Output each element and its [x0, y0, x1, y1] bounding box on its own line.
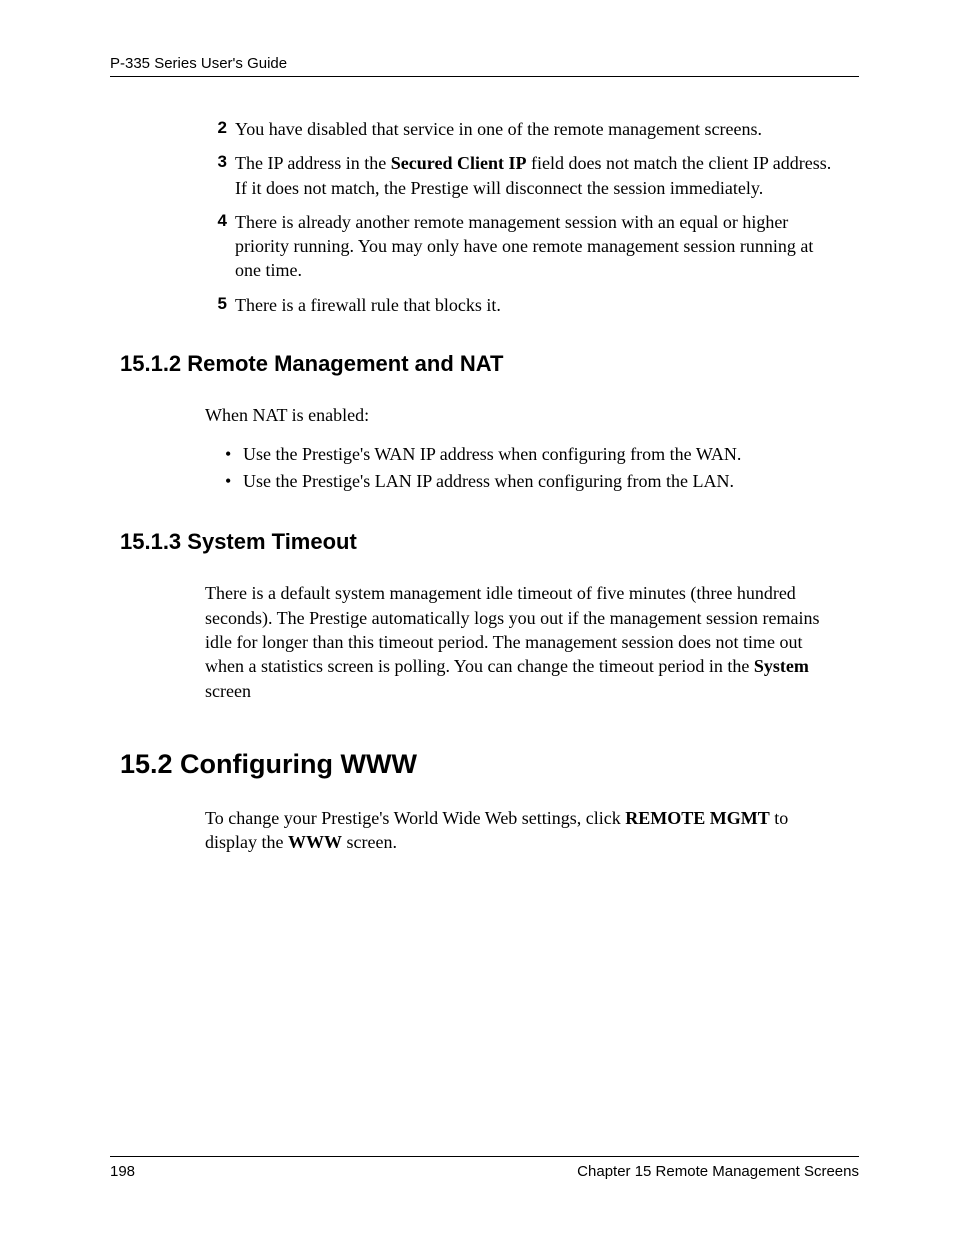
item-text: You have disabled that service in one of…: [235, 117, 839, 141]
guide-title: P-335 Series User's Guide: [110, 55, 287, 72]
item-number: 5: [205, 293, 227, 317]
bullet-dot: •: [225, 468, 243, 495]
text-segment: There is already another remote manageme…: [235, 212, 813, 281]
page-header: P-335 Series User's Guide: [110, 55, 859, 77]
bullet-text: Use the Prestige's LAN IP address when c…: [243, 468, 734, 495]
para-15-2: To change your Prestige's World Wide Web…: [205, 806, 839, 855]
item-text: The IP address in the Secured Client IP …: [235, 151, 839, 200]
item-text: There is already another remote manageme…: [235, 210, 839, 283]
text-segment: screen: [205, 681, 251, 701]
page-footer: 198 Chapter 15 Remote Management Screens: [110, 1156, 859, 1180]
text-segment: Secured Client IP: [391, 153, 527, 173]
para-15-1-3: There is a default system management idl…: [205, 581, 839, 702]
text-segment: There is a firewall rule that blocks it.: [235, 295, 501, 315]
numbered-item: 4There is already another remote managem…: [205, 210, 839, 283]
heading-15-1-2: 15.1.2 Remote Management and NAT: [120, 351, 859, 377]
text-segment: screen.: [342, 832, 397, 852]
bullet-dot: •: [225, 441, 243, 468]
numbered-item: 5 There is a firewall rule that blocks it…: [205, 293, 839, 317]
item-number: 2: [205, 117, 227, 141]
bullet-text: Use the Prestige's WAN IP address when c…: [243, 441, 741, 468]
numbered-item: 3The IP address in the Secured Client IP…: [205, 151, 839, 200]
item-number: 4: [205, 210, 227, 283]
numbered-list: 2 You have disabled that service in one o…: [205, 117, 839, 317]
text-segment: There is a default system management idl…: [205, 583, 820, 676]
item-number: 3: [205, 151, 227, 200]
item-text: There is a firewall rule that blocks it.: [235, 293, 839, 317]
intro-15-1-2: When NAT is enabled:: [205, 403, 839, 427]
heading-15-2: 15.2 Configuring WWW: [120, 749, 859, 780]
text-segment: To change your Prestige's World Wide Web…: [205, 808, 625, 828]
page-number: 198: [110, 1163, 135, 1180]
numbered-item: 2 You have disabled that service in one o…: [205, 117, 839, 141]
bullet-item: •Use the Prestige's WAN IP address when …: [225, 441, 839, 468]
text-segment: System: [754, 656, 809, 676]
chapter-label: Chapter 15 Remote Management Screens: [577, 1163, 859, 1180]
bullet-item: •Use the Prestige's LAN IP address when …: [225, 468, 839, 495]
text-segment: The IP address in the: [235, 153, 391, 173]
bullet-list-15-1-2: •Use the Prestige's WAN IP address when …: [225, 441, 839, 495]
text-segment: WWW: [288, 832, 342, 852]
text-segment: You have disabled that service in one of…: [235, 119, 762, 139]
text-segment: REMOTE MGMT: [625, 808, 770, 828]
heading-15-1-3: 15.1.3 System Timeout: [120, 529, 859, 555]
